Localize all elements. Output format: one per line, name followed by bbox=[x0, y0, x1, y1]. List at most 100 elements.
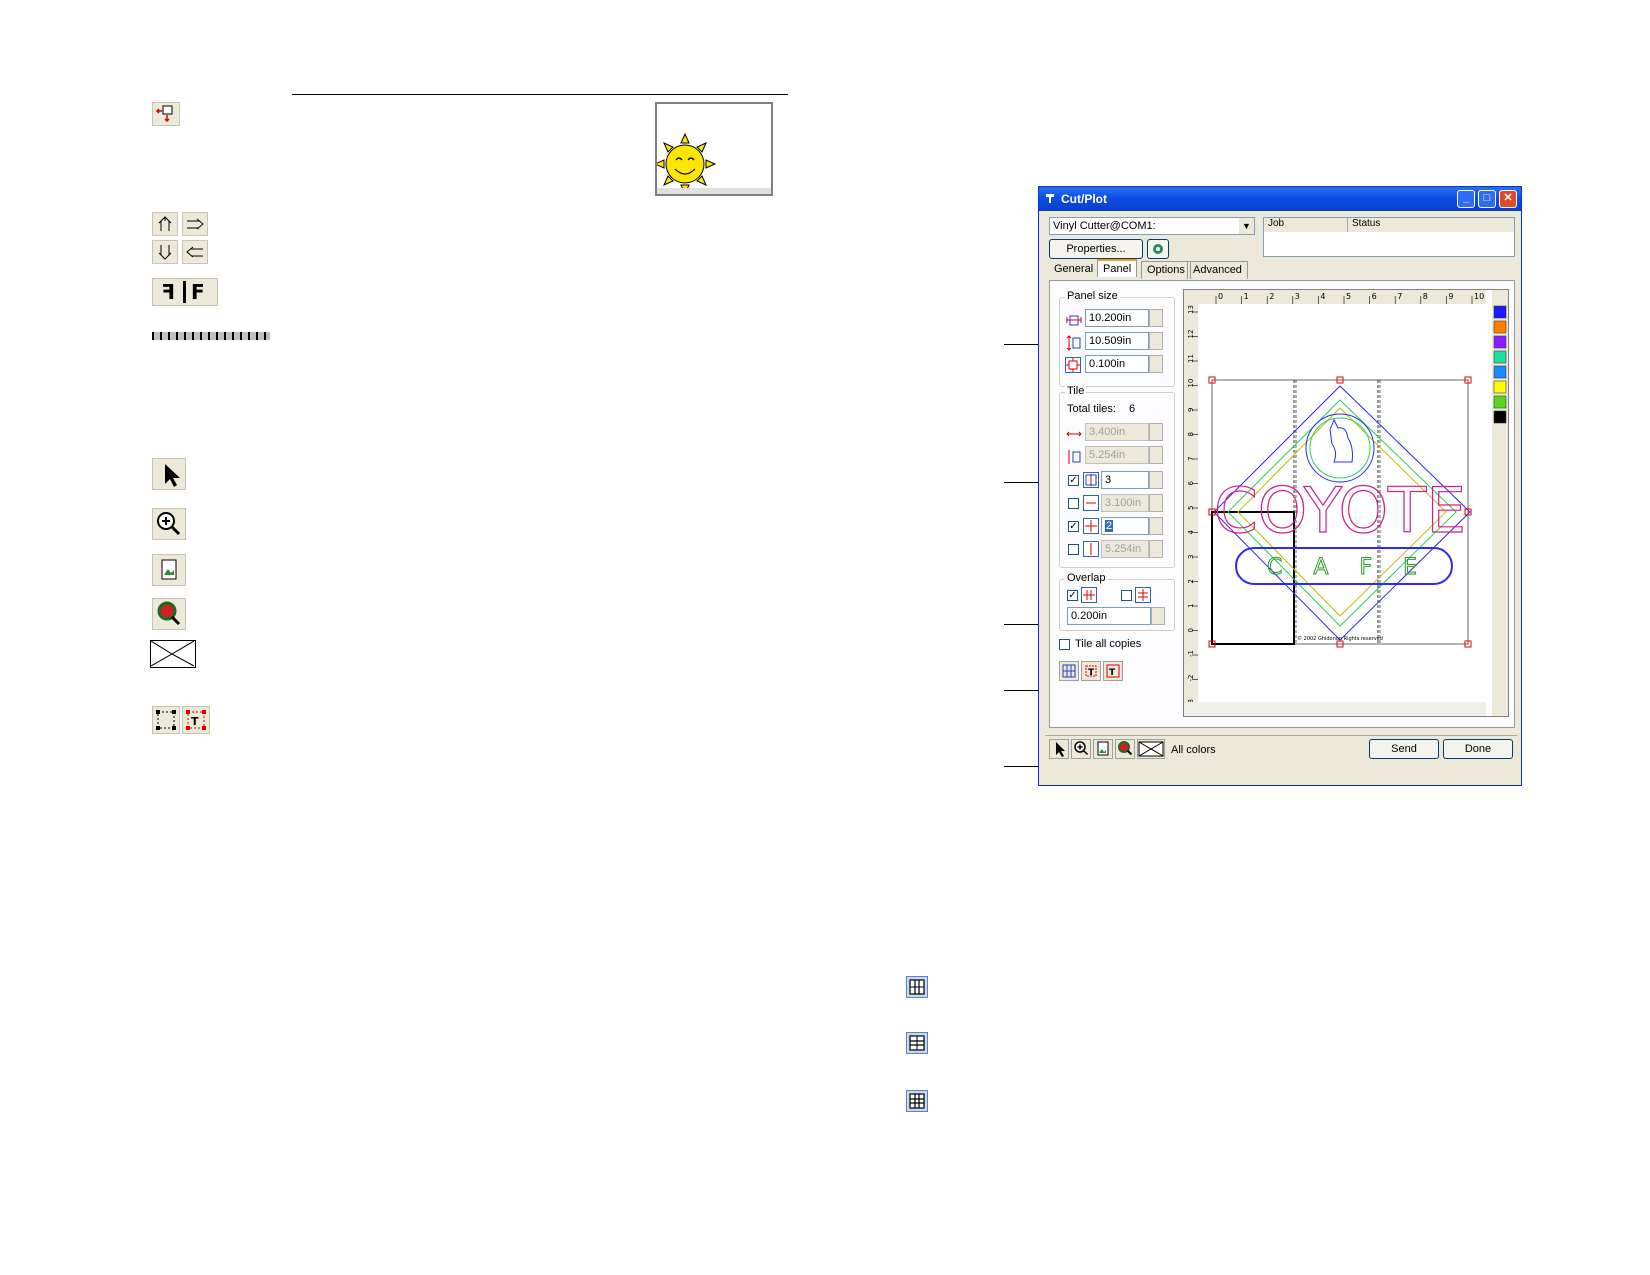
tile-height-spinner[interactable] bbox=[1149, 446, 1163, 464]
column-width-field[interactable]: 3.100in bbox=[1101, 494, 1149, 512]
artwork-word2: C A F E bbox=[1267, 555, 1417, 580]
refresh-device-button[interactable] bbox=[1147, 239, 1169, 259]
tile-width-icon bbox=[1065, 425, 1082, 441]
column-width-spinner[interactable] bbox=[1149, 494, 1163, 512]
device-select[interactable]: Vinyl Cutter@COM1: bbox=[1049, 217, 1255, 235]
tab-advanced[interactable]: Advanced bbox=[1187, 261, 1248, 279]
preview-area[interactable]: 012345678910 131211109876543210-1-2-3 CO… bbox=[1183, 289, 1509, 717]
svg-text:F: F bbox=[191, 280, 205, 304]
zoom-fit-tool[interactable] bbox=[1115, 739, 1135, 759]
overlap-vertical-checkbox[interactable] bbox=[1121, 590, 1132, 601]
job-list[interactable]: Job Status bbox=[1263, 217, 1515, 257]
panel-margin-spinner[interactable] bbox=[1149, 355, 1163, 373]
tile-height-field[interactable]: 5.254in bbox=[1085, 446, 1149, 464]
rows-spinner[interactable] bbox=[1149, 517, 1163, 535]
columns-checkbox[interactable]: ✓ bbox=[1068, 475, 1079, 486]
job-column-header[interactable]: Job bbox=[1264, 218, 1348, 232]
view-page-tool[interactable] bbox=[1093, 739, 1113, 759]
view-page-icon bbox=[152, 554, 186, 586]
ruler-v-label: 6 bbox=[1187, 481, 1195, 486]
color-swatch[interactable] bbox=[1493, 305, 1507, 319]
arrow-select-tool[interactable] bbox=[1049, 739, 1069, 759]
zoom-in-tool[interactable] bbox=[1071, 739, 1091, 759]
panel-width-field[interactable]: 10.200in bbox=[1085, 309, 1149, 327]
overlap-label: Overlap bbox=[1065, 572, 1108, 584]
bottom-toolbar bbox=[1045, 735, 1517, 736]
tab-general[interactable]: General bbox=[1049, 261, 1098, 279]
properties-button[interactable]: Properties... bbox=[1049, 239, 1143, 259]
mirror-left-icon bbox=[182, 240, 208, 264]
tile-rows-icon bbox=[906, 1032, 928, 1054]
color-swatch[interactable] bbox=[1493, 365, 1507, 379]
panel-margin-field[interactable]: 0.100in bbox=[1085, 355, 1149, 373]
row-height-checkbox[interactable] bbox=[1068, 544, 1079, 555]
row-height-spinner[interactable] bbox=[1149, 540, 1163, 558]
all-colors-label: All colors bbox=[1171, 744, 1216, 756]
panel-width-icon bbox=[1065, 311, 1082, 327]
overlap-spinner[interactable] bbox=[1151, 607, 1165, 625]
color-swatch[interactable] bbox=[1493, 320, 1507, 334]
panel-width-spinner[interactable] bbox=[1149, 309, 1163, 327]
tile-width-field[interactable]: 3.400in bbox=[1085, 423, 1149, 441]
ruler-v-label: 8 bbox=[1187, 432, 1195, 436]
tile-grid-button[interactable] bbox=[1059, 661, 1079, 681]
ruler-v-label: 0 bbox=[1187, 628, 1195, 632]
row-height-field[interactable]: 5.254in bbox=[1101, 540, 1149, 558]
tab-options[interactable]: Options bbox=[1141, 261, 1191, 279]
dialog-title: Cut/Plot bbox=[1061, 192, 1107, 206]
weed-border-icon bbox=[152, 332, 270, 340]
bounding-box-icon bbox=[152, 706, 180, 734]
overlap-field[interactable]: 0.200in bbox=[1067, 607, 1151, 625]
flip-mirror-icon: FF bbox=[152, 278, 218, 306]
total-tiles-label: Total tiles: bbox=[1067, 403, 1116, 415]
panel-size-label: Panel size bbox=[1065, 290, 1120, 302]
panel-height-field[interactable]: 10.509in bbox=[1085, 332, 1149, 350]
ruler-v-label: 1 bbox=[1187, 604, 1195, 608]
column-width-checkbox[interactable] bbox=[1068, 498, 1079, 509]
color-swatch[interactable] bbox=[1493, 350, 1507, 364]
rows-checkbox[interactable]: ✓ bbox=[1068, 521, 1079, 532]
select-tile-button[interactable]: T bbox=[1081, 661, 1101, 681]
panel-height-spinner[interactable] bbox=[1149, 332, 1163, 350]
settings-icon bbox=[1153, 244, 1163, 254]
columns-spinner[interactable] bbox=[1149, 471, 1163, 489]
column-width-icon bbox=[1083, 495, 1099, 511]
app-icon bbox=[1044, 192, 1056, 204]
color-swatch[interactable] bbox=[1493, 395, 1507, 409]
title-bar[interactable]: Cut/Plot _ □ ✕ bbox=[1039, 187, 1521, 211]
zoom-in-icon bbox=[152, 508, 186, 540]
chevron-down-icon[interactable]: ▼ bbox=[1239, 218, 1254, 234]
overlap-horizontal-checkbox[interactable]: ✓ bbox=[1067, 590, 1078, 601]
ruler-h-label: 2 bbox=[1269, 292, 1274, 301]
ruler-h-label: 9 bbox=[1448, 292, 1453, 301]
tab-panel[interactable]: Panel bbox=[1097, 259, 1138, 277]
status-column-header[interactable]: Status bbox=[1348, 218, 1514, 232]
maximize-button[interactable]: □ bbox=[1478, 190, 1496, 208]
columns-field[interactable]: 3 bbox=[1101, 471, 1149, 489]
tile-width-spinner[interactable] bbox=[1149, 423, 1163, 441]
minimize-button[interactable]: _ bbox=[1457, 190, 1475, 208]
move-tile-button[interactable]: T bbox=[1103, 661, 1123, 681]
done-button[interactable]: Done bbox=[1443, 739, 1513, 759]
send-button[interactable]: Send bbox=[1369, 739, 1439, 759]
tile-grid-icon bbox=[906, 1090, 928, 1112]
color-swatch[interactable] bbox=[1493, 410, 1507, 424]
ruler-v-label: 5 bbox=[1187, 506, 1195, 510]
ruler-h-label: 10 bbox=[1474, 292, 1484, 301]
ruler-v-label: 10 bbox=[1187, 379, 1195, 388]
mirror-top-icon bbox=[152, 212, 178, 236]
envelope-tool[interactable] bbox=[1137, 739, 1165, 759]
close-button[interactable]: ✕ bbox=[1499, 190, 1517, 208]
color-swatch[interactable] bbox=[1493, 335, 1507, 349]
color-swatch[interactable] bbox=[1493, 380, 1507, 394]
tile-all-copies-checkbox[interactable] bbox=[1059, 639, 1070, 650]
device-value: Vinyl Cutter@COM1: bbox=[1053, 220, 1156, 232]
overlap-vertical-icon bbox=[1135, 587, 1151, 603]
ruler-v-label: 13 bbox=[1187, 305, 1195, 314]
ruler-v-label: 11 bbox=[1187, 354, 1195, 363]
ruler-v-label: -2 bbox=[1187, 675, 1195, 682]
overlap-horizontal-icon bbox=[1081, 587, 1097, 603]
sun-preview bbox=[653, 102, 773, 196]
svg-text:F: F bbox=[161, 280, 175, 304]
rows-field[interactable]: 2 bbox=[1101, 517, 1149, 535]
